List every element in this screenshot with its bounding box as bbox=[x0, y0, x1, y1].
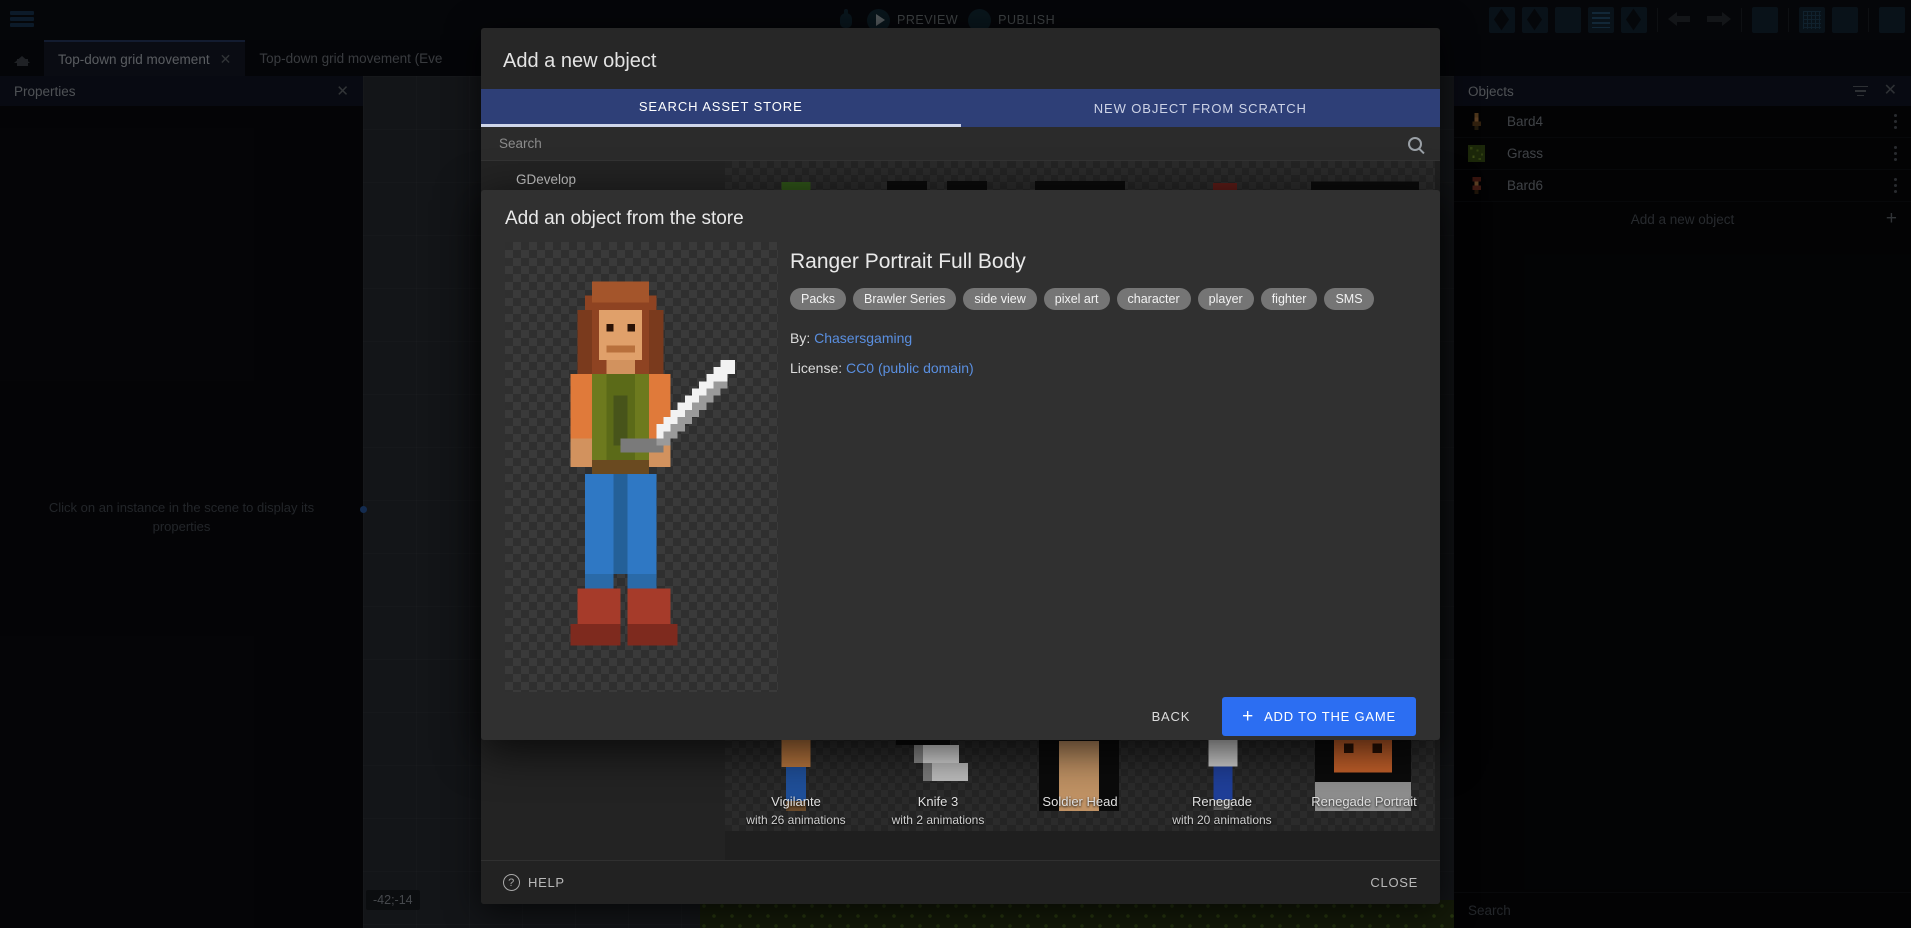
asset-tags: Packs Brawler Series side view pixel art… bbox=[790, 288, 1416, 310]
back-button[interactable]: BACK bbox=[1140, 701, 1203, 732]
asset-author: By: Chasersgaming bbox=[790, 330, 1416, 346]
asset-name: Renegade Portrait bbox=[1311, 794, 1417, 809]
dialog-footer: ? HELP CLOSE bbox=[481, 860, 1440, 904]
asset-name: Vigilante bbox=[771, 794, 821, 809]
tag-fighter[interactable]: fighter bbox=[1260, 288, 1318, 310]
search-icon[interactable] bbox=[1408, 136, 1422, 151]
asset-preview bbox=[505, 242, 778, 692]
app-root: PREVIEW PUBLISH bbox=[0, 0, 1911, 928]
tag-pixel-art[interactable]: pixel art bbox=[1043, 288, 1110, 310]
asset-store-search-bar bbox=[481, 127, 1440, 161]
tab-label: SEARCH ASSET STORE bbox=[638, 99, 803, 114]
asset-name: Renegade bbox=[1192, 794, 1252, 809]
author-label: By: bbox=[790, 330, 811, 346]
asset-detail-body: Ranger Portrait Full Body Packs Brawler … bbox=[481, 242, 1440, 692]
asset-name: Soldier Head bbox=[1042, 794, 1118, 809]
tab-new-object-from-scratch[interactable]: NEW OBJECT FROM SCRATCH bbox=[961, 89, 1441, 127]
asset-detail-footer: BACK + ADD TO THE GAME bbox=[481, 692, 1440, 740]
author-link[interactable]: Chasersgaming bbox=[814, 330, 912, 346]
plus-icon: + bbox=[1242, 705, 1255, 727]
license-label: License: bbox=[790, 360, 843, 376]
ranger-character-sprite bbox=[570, 281, 735, 646]
asset-license: License: CC0 (public domain) bbox=[790, 360, 1416, 376]
question-circle-icon: ? bbox=[503, 874, 520, 891]
asset-name: Knife 3 bbox=[917, 794, 959, 809]
add-to-game-label: ADD TO THE GAME bbox=[1264, 708, 1396, 724]
search-input[interactable] bbox=[499, 136, 1408, 151]
help-label: HELP bbox=[528, 875, 565, 890]
tag-brawler-series[interactable]: Brawler Series bbox=[853, 288, 957, 310]
dialog-title: Add an object from the store bbox=[505, 208, 744, 229]
help-button[interactable]: ? HELP bbox=[503, 874, 565, 891]
asset-animations: with 2 animations bbox=[891, 813, 985, 827]
dialog-title: Add a new object bbox=[503, 50, 657, 72]
license-link[interactable]: CC0 (public domain) bbox=[846, 360, 974, 376]
tag-sms[interactable]: SMS bbox=[1324, 288, 1374, 310]
tag-side-view[interactable]: side view bbox=[963, 288, 1037, 310]
tab-label: NEW OBJECT FROM SCRATCH bbox=[1093, 100, 1307, 116]
add-to-the-game-button[interactable]: + ADD TO THE GAME bbox=[1222, 696, 1416, 736]
asset-detail-dialog: Add an object from the store Ranger Port… bbox=[481, 190, 1440, 740]
tag-player[interactable]: player bbox=[1197, 288, 1254, 310]
asset-animations: with 26 animations bbox=[746, 813, 846, 827]
tree-item-gdevelop[interactable]: GDevelop bbox=[481, 167, 725, 192]
dialog-tabs: SEARCH ASSET STORE NEW OBJECT FROM SCRAT… bbox=[481, 89, 1440, 127]
tab-search-asset-store[interactable]: SEARCH ASSET STORE bbox=[481, 89, 961, 127]
asset-info: Ranger Portrait Full Body Packs Brawler … bbox=[790, 242, 1416, 692]
close-button[interactable]: CLOSE bbox=[1370, 875, 1418, 890]
tree-item-label: GDevelop bbox=[516, 172, 577, 187]
asset-animations: with 20 animations bbox=[1172, 813, 1272, 827]
tag-character[interactable]: character bbox=[1116, 288, 1191, 310]
asset-title: Ranger Portrait Full Body bbox=[790, 250, 1026, 273]
tag-packs[interactable]: Packs bbox=[790, 288, 847, 310]
